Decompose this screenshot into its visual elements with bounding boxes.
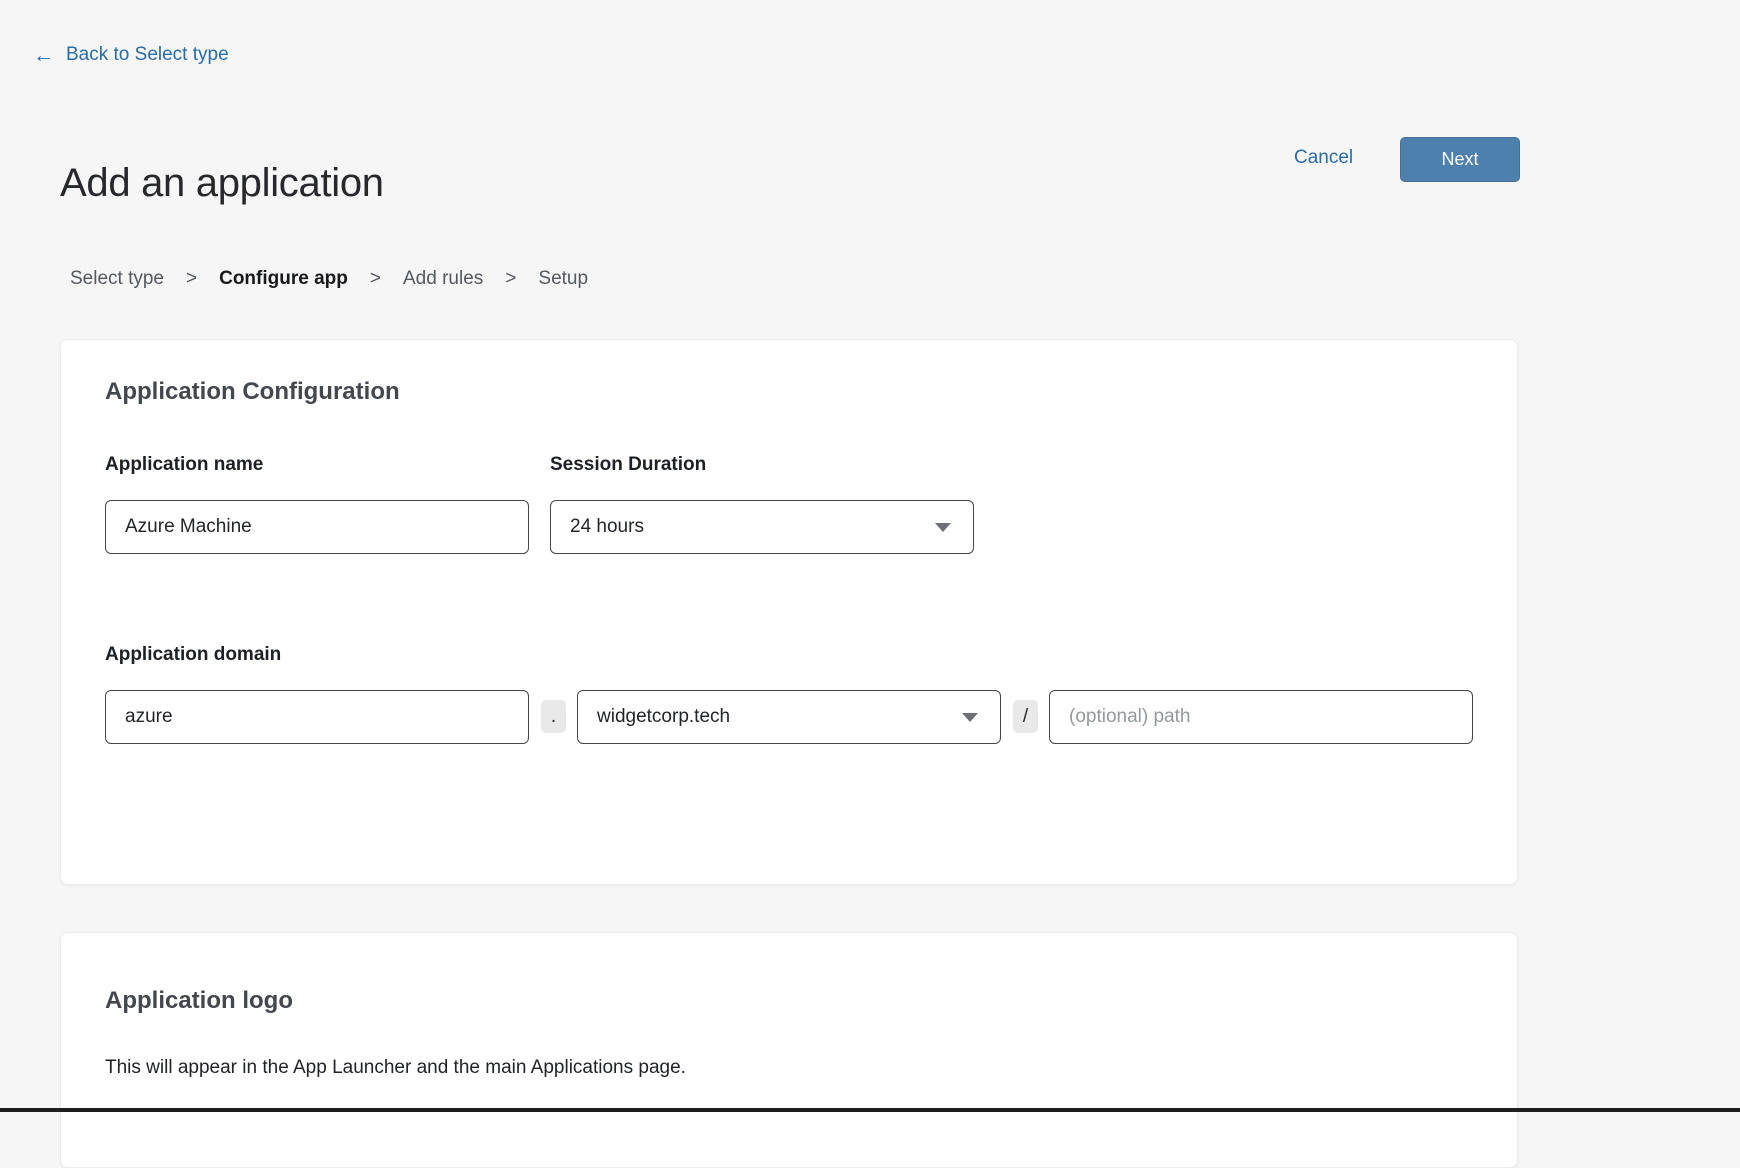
screenshot-bottom-edge (0, 1108, 1740, 1112)
application-domain-value: widgetcorp.tech (597, 706, 730, 728)
chevron-down-icon (935, 523, 951, 532)
back-arrow-icon: ← (33, 45, 54, 66)
breadcrumb-separator: > (370, 268, 381, 290)
breadcrumb-step-setup[interactable]: Setup (538, 268, 588, 290)
page-title: Add an application (60, 161, 384, 206)
logo-card-description: This will appear in the App Launcher and… (105, 1057, 686, 1079)
application-configuration-card: Application Configuration Application na… (60, 339, 1518, 885)
application-subdomain-input[interactable] (105, 690, 529, 744)
session-duration-label: Session Duration (550, 454, 706, 476)
next-button[interactable]: Next (1400, 137, 1520, 182)
back-link-label: Back to Select type (66, 44, 229, 66)
chevron-down-icon (962, 713, 978, 722)
breadcrumb-step-add-rules[interactable]: Add rules (403, 268, 483, 290)
application-name-input[interactable] (105, 500, 529, 554)
application-domain-select[interactable]: widgetcorp.tech (577, 690, 1001, 744)
domain-slash-separator: / (1013, 700, 1038, 733)
breadcrumb: Select type > Configure app > Add rules … (70, 268, 588, 290)
cancel-button[interactable]: Cancel (1294, 147, 1353, 169)
breadcrumb-separator: > (186, 268, 197, 290)
breadcrumb-step-select-type[interactable]: Select type (70, 268, 164, 290)
breadcrumb-step-configure-app[interactable]: Configure app (219, 268, 348, 290)
breadcrumb-separator: > (505, 268, 516, 290)
application-logo-card: Application logo This will appear in the… (60, 932, 1518, 1168)
session-duration-value: 24 hours (570, 516, 644, 538)
application-name-label: Application name (105, 454, 263, 476)
back-to-select-type-link[interactable]: ← Back to Select type (33, 44, 229, 66)
application-path-input[interactable] (1049, 690, 1473, 744)
logo-card-title: Application logo (105, 987, 293, 1015)
domain-dot-separator: . (541, 700, 566, 733)
application-domain-label: Application domain (105, 644, 281, 666)
session-duration-select[interactable]: 24 hours (550, 500, 974, 554)
config-card-title: Application Configuration (105, 378, 400, 406)
